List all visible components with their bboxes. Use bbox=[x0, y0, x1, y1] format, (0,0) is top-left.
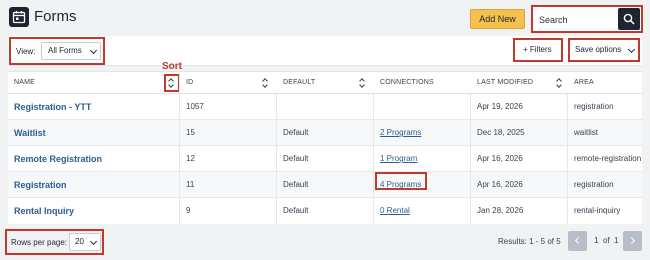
form-area: waitlist bbox=[574, 128, 599, 137]
form-default: Default bbox=[283, 180, 309, 189]
forms-table: NAME ID DEFAULT CONNECTIONS LAST MODIFIE… bbox=[8, 71, 642, 225]
form-name-link[interactable]: Waitlist bbox=[8, 120, 46, 146]
rows-per-page-value: 20 bbox=[75, 237, 84, 246]
last-modified: Apr 16, 2026 bbox=[477, 180, 523, 189]
form-area: registration bbox=[574, 180, 614, 189]
page-total: 1 bbox=[614, 236, 619, 245]
table-toolbar: View: All Forms + Filters Save options bbox=[8, 36, 642, 66]
column-header-area[interactable]: AREA bbox=[568, 72, 642, 94]
search-input[interactable] bbox=[539, 13, 611, 27]
table-row[interactable]: Registration - YTT 1057 Apr 19, 2026 reg… bbox=[8, 94, 642, 120]
connections-link[interactable]: 1 Program bbox=[374, 146, 417, 172]
rows-per-page: Rows per page: 20 bbox=[5, 229, 104, 255]
search-box bbox=[531, 5, 643, 33]
form-id: 12 bbox=[186, 154, 195, 163]
chevron-down-icon bbox=[627, 45, 636, 54]
chevron-left-icon bbox=[574, 236, 583, 245]
rows-per-page-select[interactable]: 20 bbox=[69, 233, 101, 251]
forms-app-icon bbox=[9, 7, 29, 27]
connections-link[interactable]: 0 Rental bbox=[374, 198, 410, 224]
form-name-link[interactable]: Remote Registration bbox=[8, 146, 102, 172]
filters-button[interactable]: + Filters bbox=[513, 38, 563, 62]
column-header-last-modified[interactable]: LAST MODIFIED bbox=[471, 72, 566, 94]
column-divider bbox=[373, 94, 374, 225]
next-page-button[interactable] bbox=[623, 231, 642, 251]
form-default bbox=[277, 94, 283, 120]
connections-link[interactable]: 2 Programs bbox=[374, 120, 421, 146]
form-default: Default bbox=[283, 128, 309, 137]
page-of-label: of bbox=[603, 236, 610, 245]
chevron-down-icon bbox=[89, 46, 98, 55]
search-icon bbox=[623, 13, 635, 25]
chevron-down-icon bbox=[89, 237, 98, 246]
view-filter: View: All Forms bbox=[9, 37, 105, 65]
table-header: NAME ID DEFAULT CONNECTIONS LAST MODIFIE… bbox=[8, 72, 642, 94]
table-row[interactable]: Remote Registration 12 Default 1 Program… bbox=[8, 146, 642, 172]
sort-highlight bbox=[164, 74, 180, 92]
chevron-right-icon bbox=[627, 236, 636, 245]
sort-icon[interactable] bbox=[556, 78, 564, 88]
view-label: View: bbox=[16, 47, 36, 56]
form-area: rental-inquiry bbox=[574, 206, 621, 215]
connections-link[interactable] bbox=[374, 94, 380, 120]
rows-per-page-label: Rows per page: bbox=[11, 238, 68, 247]
form-id: 15 bbox=[186, 128, 195, 137]
column-header-id[interactable]: ID bbox=[180, 72, 275, 94]
save-options-label: Save options bbox=[575, 45, 622, 54]
form-name-link[interactable]: Registration - YTT bbox=[8, 94, 91, 120]
page-header: Forms Add New bbox=[0, 0, 650, 36]
table-row[interactable]: Registration 11 Default 4 Programs Apr 1… bbox=[8, 172, 642, 198]
results-count: Results: 1 - 5 of 5 bbox=[498, 237, 561, 246]
save-options-button[interactable]: Save options bbox=[568, 38, 640, 62]
form-name-link[interactable]: Rental Inquiry bbox=[8, 198, 74, 224]
last-modified: Dec 18, 2025 bbox=[477, 128, 525, 137]
column-divider bbox=[470, 94, 471, 225]
last-modified: Apr 19, 2026 bbox=[477, 102, 523, 111]
column-divider bbox=[567, 94, 568, 225]
view-select-value: All Forms bbox=[48, 46, 82, 55]
page-title: Forms bbox=[34, 8, 77, 25]
search-button[interactable] bbox=[618, 8, 640, 30]
form-id: 1057 bbox=[186, 102, 204, 111]
add-new-button[interactable]: Add New bbox=[470, 9, 525, 29]
form-id: 9 bbox=[186, 206, 191, 215]
column-header-default[interactable]: DEFAULT bbox=[277, 72, 372, 94]
sort-icon[interactable] bbox=[262, 78, 270, 88]
column-divider bbox=[179, 72, 180, 225]
sort-icon[interactable] bbox=[359, 78, 367, 88]
last-modified: Jan 28, 2026 bbox=[477, 206, 524, 215]
column-header-connections[interactable]: CONNECTIONS bbox=[374, 72, 469, 94]
table-row[interactable]: Rental Inquiry 9 Default 0 Rental Jan 28… bbox=[8, 198, 642, 224]
table-footer: Rows per page: 20 Results: 1 - 5 of 5 1 … bbox=[0, 228, 650, 260]
page-current: 1 bbox=[594, 236, 599, 245]
view-select[interactable]: All Forms bbox=[41, 42, 101, 60]
form-area: registration bbox=[574, 102, 614, 111]
last-modified: Apr 16, 2026 bbox=[477, 154, 523, 163]
form-default: Default bbox=[283, 154, 309, 163]
connections-highlight bbox=[375, 172, 427, 190]
table-row[interactable]: Waitlist 15 Default 2 Programs Dec 18, 2… bbox=[8, 120, 642, 146]
column-divider bbox=[276, 94, 277, 225]
form-id: 11 bbox=[186, 180, 195, 189]
form-area: remote-registration bbox=[574, 154, 642, 163]
form-name-link[interactable]: Registration bbox=[8, 172, 67, 198]
prev-page-button[interactable] bbox=[568, 231, 587, 251]
form-default: Default bbox=[283, 206, 309, 215]
column-header-name[interactable]: NAME bbox=[8, 72, 178, 94]
